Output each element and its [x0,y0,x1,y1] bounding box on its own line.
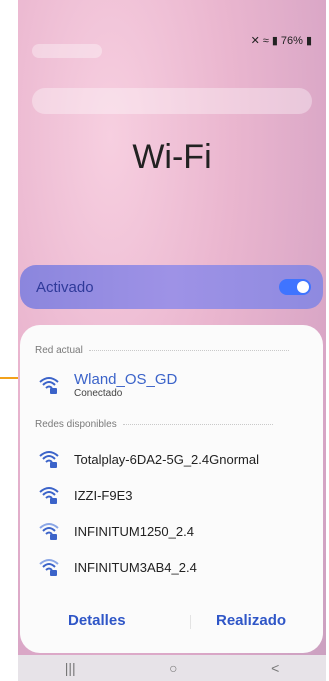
current-network-status: Conectado [74,388,123,399]
recent-apps-icon[interactable]: ||| [65,660,76,676]
current-network-name: Wland_OS_GD [74,371,178,388]
dotted-divider [88,350,289,351]
available-networks-header: Redes disponibles [35,419,273,430]
navigation-bar: ||| ○ < [18,655,326,681]
mute-icon: ✕ [250,35,260,47]
dotted-divider [122,424,273,425]
wifi-network-sheet: Red actual Wland_OS_GD Conectado Redes d… [20,325,323,653]
battery-icon: ▮ [305,35,312,47]
wifi-status-icon: ≈ [262,34,269,47]
blurred-text [32,88,312,114]
blurred-text [32,44,102,58]
done-button[interactable]: Realizado [216,612,286,629]
network-name: INFINITUM3AB4_2.4 [74,559,197,575]
wifi-lock-icon [39,451,59,468]
network-name: INFINITUM1250_2.4 [74,523,194,539]
back-icon[interactable]: < [271,660,279,676]
section-label: Redes disponibles [35,419,117,430]
button-divider [190,615,191,629]
current-network-header: Red actual [35,345,289,356]
network-name: IZZI-F9E3 [74,487,133,503]
network-row[interactable]: IZZI-F9E3 [38,484,133,506]
wifi-toggle-row[interactable]: Activado [20,265,323,309]
details-button[interactable]: Detalles [68,612,126,629]
wifi-toggle-switch[interactable] [279,279,311,295]
page-title: Wi-Fi [132,138,212,176]
wifi-lock-icon [39,559,59,576]
wifi-toggle-label: Activado [36,278,94,296]
network-row[interactable]: Totalplay-6DA2-5G_2.4Gnormal [38,448,259,470]
network-name: Totalplay-6DA2-5G_2.4Gnormal [74,451,259,467]
phone-screen: ✕ ≈ ▮ 76% ▮ Wi-Fi Activado Red actual Wl… [18,0,326,681]
wifi-lock-icon [39,377,59,394]
signal-icon: ▮ [271,35,278,47]
switch-knob [297,281,309,293]
battery-percent: 76% [280,34,303,47]
section-label: Red actual [35,345,83,356]
wifi-lock-icon [39,523,59,540]
network-row[interactable]: INFINITUM1250_2.4 [38,520,194,542]
status-bar: ✕ ≈ ▮ 76% ▮ [250,34,312,48]
wifi-lock-icon [39,487,59,504]
home-icon[interactable]: ○ [169,660,177,676]
current-network-row[interactable]: Wland_OS_GD Conectado [38,371,177,399]
network-row[interactable]: INFINITUM3AB4_2.4 [38,556,197,578]
